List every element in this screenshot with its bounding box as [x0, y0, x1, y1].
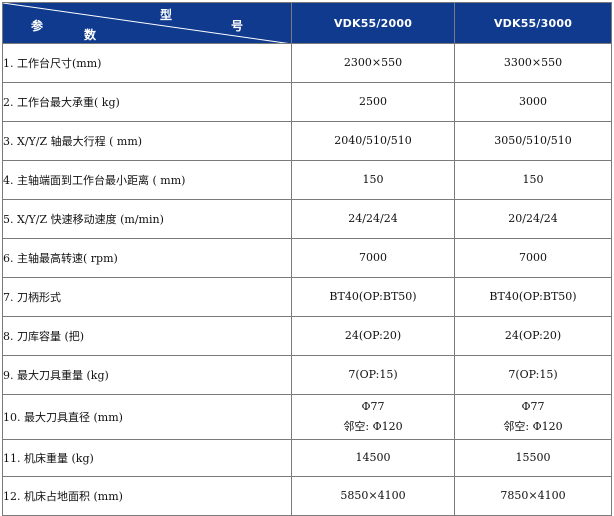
model-header-2: VDK55/3000 [454, 2, 612, 44]
value-cell: 2500 [291, 82, 455, 122]
table-row: 2. 工作台最大承重( kg) 2500 3000 [2, 82, 612, 122]
corner-label-hao: 号 [231, 19, 244, 33]
table-row: 6. 主轴最高转速( rpm) 7000 7000 [2, 238, 612, 278]
model-header-1: VDK55/2000 [291, 2, 455, 44]
table-row: 7. 刀柄形式 BT40(OP:BT50) BT40(OP:BT50) [2, 277, 612, 317]
value-cell: 24(OP:20) [291, 316, 455, 356]
table-row: 10. 最大刀具直径 (mm) Φ77 邻空: Φ120 Φ77 邻空: Φ12… [2, 394, 612, 440]
value-cell: 7850×4100 [454, 476, 612, 516]
value-cell: 7(OP:15) [454, 355, 612, 395]
value-cell: BT40(OP:BT50) [454, 277, 612, 317]
table-row: 1. 工作台尺寸(mm) 2300×550 3300×550 [2, 43, 612, 83]
value-cell: 150 [291, 160, 455, 200]
value-line: Φ77 [361, 400, 385, 413]
value-cell: 7000 [454, 238, 612, 278]
value-cell: 2300×550 [291, 43, 455, 83]
param-label: 4. 主轴端面到工作台最小距离 ( mm) [2, 160, 292, 200]
table-row: 5. X/Y/Z 快速移动速度 (m/min) 24/24/24 20/24/2… [2, 199, 612, 239]
value-cell: 150 [454, 160, 612, 200]
param-label: 7. 刀柄形式 [2, 277, 292, 317]
param-label: 10. 最大刀具直径 (mm) [2, 394, 292, 440]
value-cell: 24(OP:20) [454, 316, 612, 356]
value-cell: 3000 [454, 82, 612, 122]
value-cell: BT40(OP:BT50) [291, 277, 455, 317]
param-label: 9. 最大刀具重量 (kg) [2, 355, 292, 395]
value-cell: 3050/510/510 [454, 121, 612, 161]
corner-label-xing: 型 [160, 8, 173, 22]
corner-label-shu: 数 [84, 28, 97, 42]
value-line: 邻空: Φ120 [343, 420, 403, 433]
param-label: 11. 机床重量 (kg) [2, 439, 292, 477]
value-cell: Φ77 邻空: Φ120 [454, 394, 612, 440]
param-label: 6. 主轴最高转速( rpm) [2, 238, 292, 278]
param-label: 5. X/Y/Z 快速移动速度 (m/min) [2, 199, 292, 239]
table-row: 12. 机床占地面积 (mm) 5850×4100 7850×4100 [2, 476, 612, 516]
value-cell: 15500 [454, 439, 612, 477]
param-label: 3. X/Y/Z 轴最大行程 ( mm) [2, 121, 292, 161]
table-row: 8. 刀库容量 (把) 24(OP:20) 24(OP:20) [2, 316, 612, 356]
value-line: Φ77 [521, 400, 545, 413]
value-cell: 24/24/24 [291, 199, 455, 239]
value-cell: 20/24/24 [454, 199, 612, 239]
param-label: 2. 工作台最大承重( kg) [2, 82, 292, 122]
value-line: 邻空: Φ120 [503, 420, 563, 433]
table-row: 11. 机床重量 (kg) 14500 15500 [2, 439, 612, 477]
spec-table: 型 号 参 数 VDK55/2000 VDK55/3000 1. 工作台尺寸(m… [2, 2, 612, 516]
param-label: 12. 机床占地面积 (mm) [2, 476, 292, 516]
table-row: 4. 主轴端面到工作台最小距离 ( mm) 150 150 [2, 160, 612, 200]
corner-header-cell: 型 号 参 数 [2, 2, 292, 44]
value-cell: 14500 [291, 439, 455, 477]
value-cell: Φ77 邻空: Φ120 [291, 394, 455, 440]
diagonal-line [3, 3, 285, 43]
value-cell: 7(OP:15) [291, 355, 455, 395]
corner-label-can: 参 [31, 19, 44, 33]
table-row: 9. 最大刀具重量 (kg) 7(OP:15) 7(OP:15) [2, 355, 612, 395]
value-cell: 2040/510/510 [291, 121, 455, 161]
value-cell: 3300×550 [454, 43, 612, 83]
param-label: 1. 工作台尺寸(mm) [2, 43, 292, 83]
value-cell: 7000 [291, 238, 455, 278]
header-row: 型 号 参 数 VDK55/2000 VDK55/3000 [2, 2, 612, 44]
param-label: 8. 刀库容量 (把) [2, 316, 292, 356]
value-cell: 5850×4100 [291, 476, 455, 516]
table-row: 3. X/Y/Z 轴最大行程 ( mm) 2040/510/510 3050/5… [2, 121, 612, 161]
